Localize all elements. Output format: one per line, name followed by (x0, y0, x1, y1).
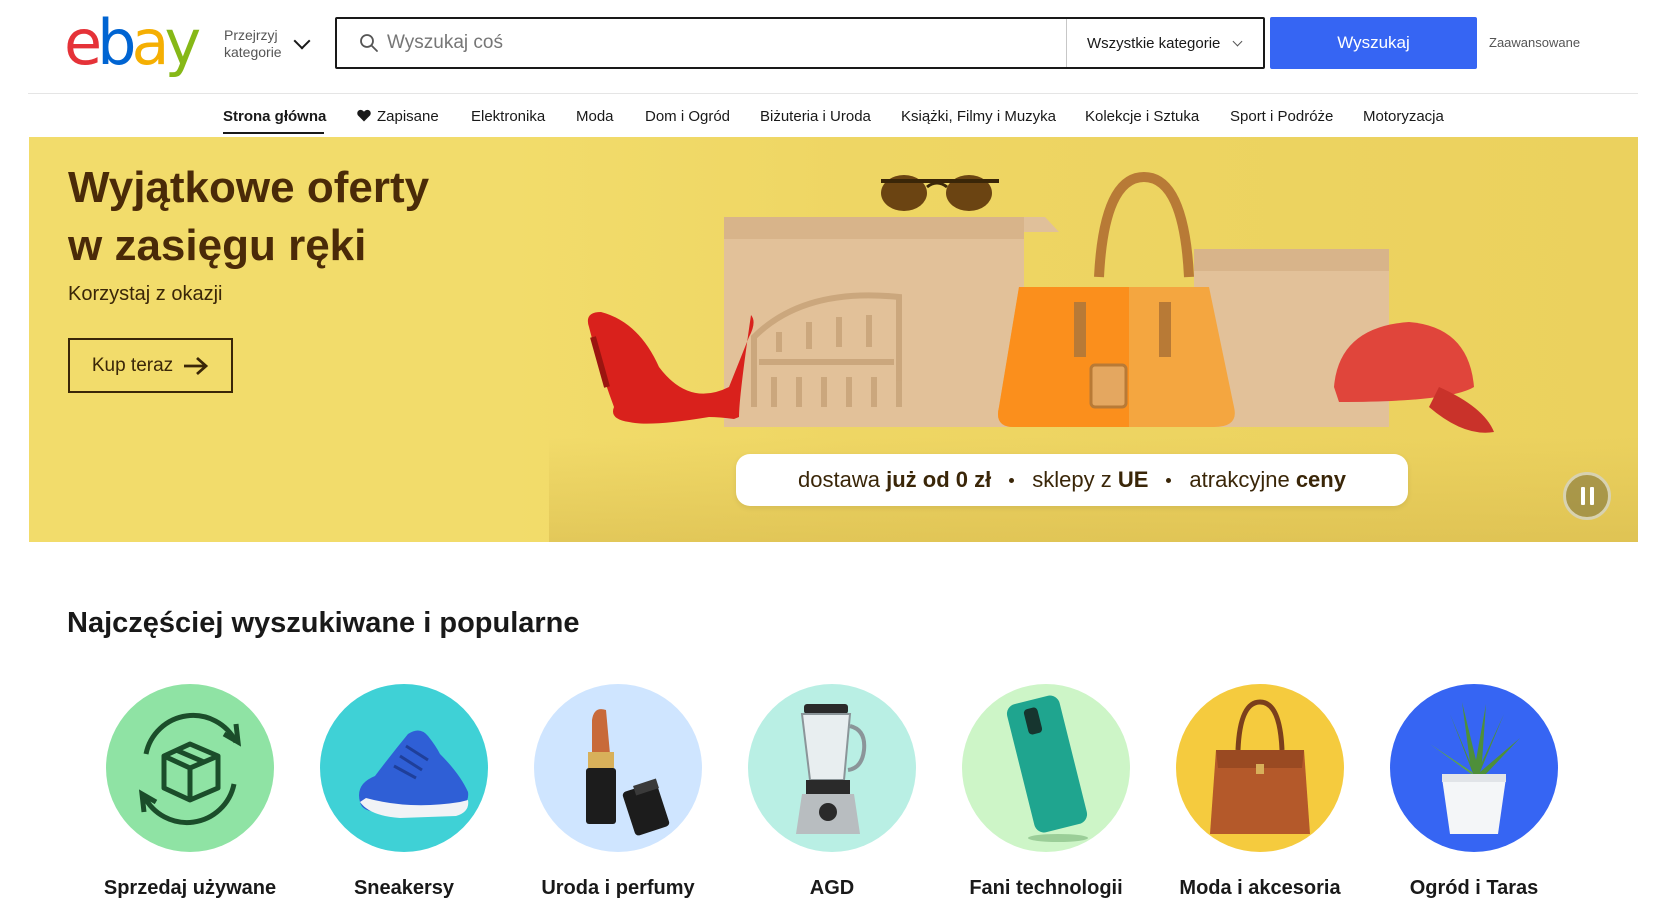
popular-category-fashion-accessories[interactable]: Moda i akcesoria (1153, 684, 1367, 900)
search-bar: Wszystkie kategorie (335, 17, 1265, 69)
popular-category-tech-fans[interactable]: Fani technologii (939, 684, 1153, 900)
nav-active-indicator (223, 132, 324, 134)
popular-category-beauty[interactable]: Uroda i perfumy (511, 684, 725, 900)
hero-banner[interactable]: Wyjątkowe oferty w zasięgu ręki Korzysta… (29, 137, 1638, 542)
popular-category-sneakers[interactable]: Sneakersy (297, 684, 511, 900)
banner-eu-shops: sklepy z UE (1032, 467, 1149, 492)
heart-icon (357, 109, 371, 122)
popular-category-appliances[interactable]: AGD (725, 684, 939, 900)
sneaker-icon (320, 684, 488, 852)
category-label: AGD (809, 877, 855, 899)
category-label: Uroda i perfumy (541, 877, 695, 899)
ebay-logo[interactable]: e b a y (64, 6, 202, 79)
category-select[interactable]: Wszystkie kategorie (1066, 19, 1263, 67)
shop-by-category-label: Przejrzyj kategorie (224, 27, 282, 60)
nav-item-home[interactable]: Strona główna (223, 108, 326, 125)
pause-button[interactable] (1563, 472, 1611, 520)
popular-section-title: Najczęściej wyszukiwane i popularne (67, 607, 580, 639)
hero-title-line-2: w zasięgu ręki (68, 221, 367, 270)
banner-prices: atrakcyjne ceny (1189, 467, 1346, 492)
nav-item-jewelry-beauty[interactable]: Biżuteria i Uroda (760, 108, 871, 125)
search-button[interactable]: Wyszukaj (1270, 17, 1477, 69)
sunglasses (881, 175, 999, 211)
category-label: Sprzedaj używane (103, 877, 277, 899)
hero-title-line-1: Wyjątkowe oferty (68, 163, 430, 212)
site-header: e b a y Przejrzyj kategorie Wszystkie ka… (0, 0, 1660, 94)
popular-category-sell-used[interactable]: Sprzedaj używane (83, 684, 297, 900)
shop-by-category-button[interactable]: Przejrzyj kategorie (224, 24, 320, 64)
nav-item-home-garden[interactable]: Dom i Ogród (645, 108, 730, 125)
handbag-icon (1176, 684, 1344, 852)
nav-item-books-movies-music[interactable]: Książki, Filmy i Muzyka (901, 108, 1056, 125)
pause-icon (1580, 487, 1585, 505)
category-label: Ogród i Taras (1409, 877, 1539, 899)
search-input[interactable] (387, 19, 987, 67)
search-icon (360, 34, 378, 52)
nav-item-collectibles-art[interactable]: Kolekcje i Sztuka (1085, 108, 1199, 125)
nav-item-fashion[interactable]: Moda (576, 108, 614, 125)
hero-subtitle: Korzystaj z okazji (68, 283, 223, 305)
nav-item-saved[interactable]: Zapisane (357, 108, 439, 125)
separator-dot (1166, 477, 1172, 483)
recycle-box-icon (106, 684, 274, 852)
category-nav: Strona główna Zapisane Elektronika Moda … (0, 94, 1660, 136)
category-select-value: Wszystkie kategorie (1087, 34, 1221, 52)
hero-info-banner: dostawa już od 0 zł sklepy z UE atrakcyj… (736, 454, 1408, 506)
logo-letter-e: e (64, 6, 102, 79)
category-label: Sneakersy (353, 877, 455, 899)
blender-icon (748, 684, 916, 852)
category-label: Fani technologii (969, 877, 1123, 899)
phone-icon (962, 684, 1130, 852)
logo-letter-y: y (164, 6, 202, 79)
separator-dot (1009, 477, 1015, 483)
nav-item-motors[interactable]: Motoryzacja (1363, 108, 1444, 125)
arrow-right-icon (184, 356, 209, 375)
logo-letter-b: b (97, 6, 136, 79)
popular-category-garden[interactable]: Ogród i Taras (1367, 684, 1581, 900)
banner-delivery: dostawa już od 0 zł (798, 467, 992, 492)
advanced-search-link[interactable]: Zaawansowane (1489, 35, 1580, 50)
shop-now-button[interactable]: Kup teraz (68, 338, 233, 393)
chevron-down-icon (293, 32, 311, 50)
nav-item-electronics[interactable]: Elektronika (471, 108, 545, 125)
lipstick-icon (534, 684, 702, 852)
chevron-down-icon (1232, 36, 1243, 47)
plant-icon (1390, 684, 1558, 852)
category-label: Moda i akcesoria (1179, 877, 1341, 899)
nav-item-saved-label: Zapisane (377, 108, 439, 125)
nav-item-sport-travel[interactable]: Sport i Podróże (1230, 108, 1333, 125)
orange-handbag (998, 171, 1235, 427)
shop-now-label: Kup teraz (91, 354, 174, 376)
logo-letter-a: a (131, 6, 170, 79)
hero-title: Wyjątkowe oferty w zasięgu ręki (68, 159, 548, 275)
